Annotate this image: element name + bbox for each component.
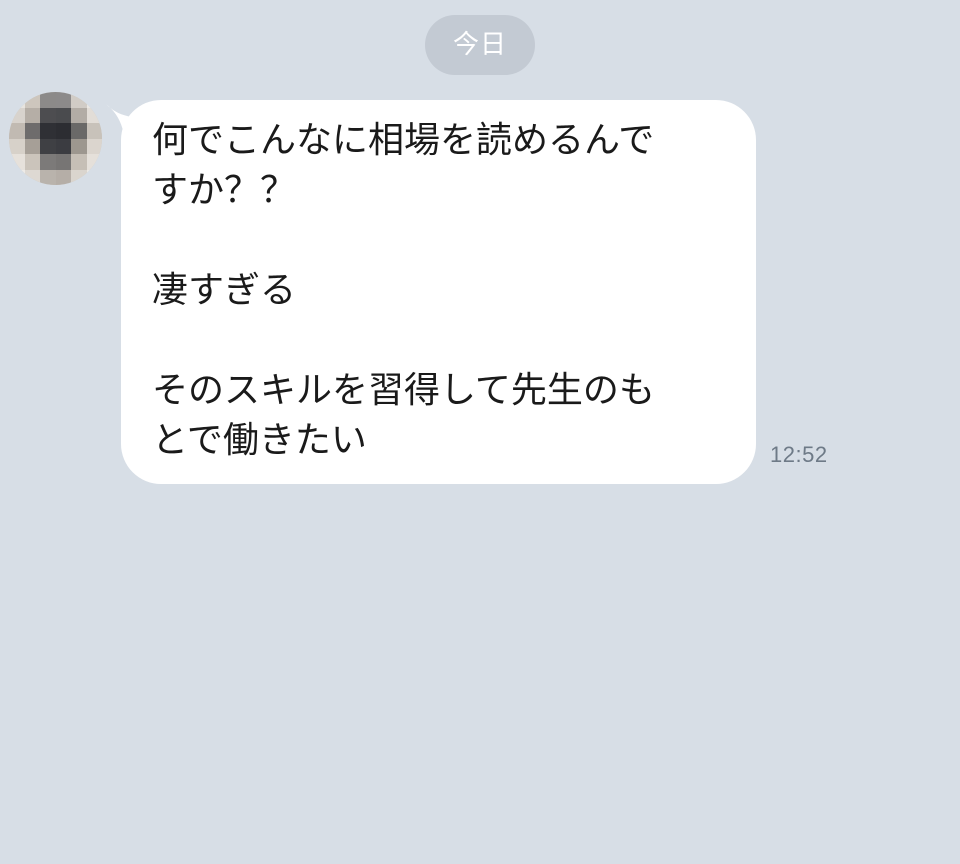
avatar-pixel — [24, 107, 40, 123]
avatar-pixel — [24, 169, 40, 185]
avatar-pixel — [24, 154, 40, 170]
message-timestamp: 12:52 — [770, 442, 828, 467]
date-separator: 今日 — [425, 15, 535, 75]
avatar-pixel — [55, 138, 71, 154]
avatar-pixel — [86, 92, 102, 108]
avatar-pixel — [9, 107, 25, 123]
avatar-pixel — [9, 138, 25, 154]
avatar-pixel — [71, 169, 87, 185]
avatar-pixel — [86, 154, 102, 170]
avatar-pixel — [71, 107, 87, 123]
avatar-pixel — [86, 169, 102, 185]
avatar-pixel — [9, 123, 25, 139]
avatar-pixel — [71, 92, 87, 108]
avatar-pixel — [86, 123, 102, 139]
avatar-pixel — [55, 107, 71, 123]
avatar-pixel — [55, 123, 71, 139]
avatar-pixel — [24, 123, 40, 139]
avatar-pixel — [40, 154, 56, 170]
avatar-pixel — [86, 107, 102, 123]
avatar[interactable] — [9, 92, 102, 185]
avatar-pixel — [24, 138, 40, 154]
avatar-pixel — [86, 138, 102, 154]
avatar-pixel — [55, 169, 71, 185]
avatar-pixel — [24, 92, 40, 108]
avatar-pixel — [40, 138, 56, 154]
avatar-pixel — [55, 154, 71, 170]
avatar-pixel — [55, 92, 71, 108]
avatar-pixel — [9, 169, 25, 185]
message-bubble[interactable]: 何でこんなに相場を読めるんで すか？？ 凄すぎる そのスキルを習得して先生のも … — [121, 100, 756, 484]
avatar-pixel — [71, 154, 87, 170]
message-text: 何でこんなに相場を読めるんで すか？？ 凄すぎる そのスキルを習得して先生のも … — [152, 120, 655, 461]
avatar-pixel — [40, 107, 56, 123]
avatar-pixel — [40, 169, 56, 185]
avatar-pixel — [9, 92, 25, 108]
avatar-pixel — [9, 154, 25, 170]
avatar-pixel — [40, 92, 56, 108]
avatar-pixel — [71, 123, 87, 139]
avatar-pixel — [40, 123, 56, 139]
avatar-pixel — [71, 138, 87, 154]
